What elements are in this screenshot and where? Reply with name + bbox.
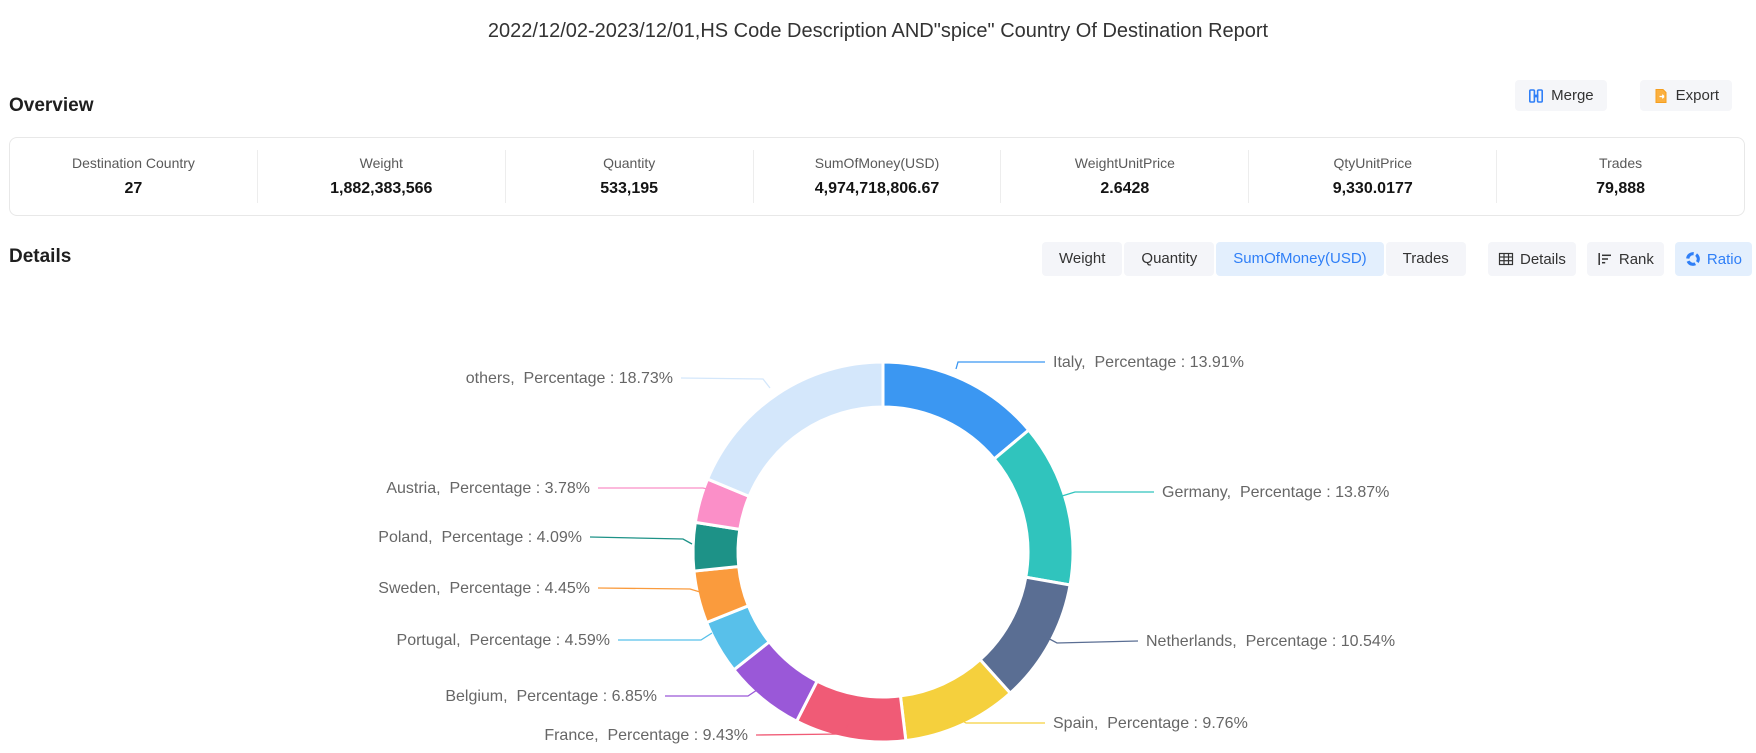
pie-label-netherlands: Netherlands, Percentage : 10.54%: [1146, 633, 1395, 650]
export-icon: [1653, 88, 1669, 104]
stat-value: 4,974,718,806.67: [754, 180, 1001, 198]
pie-label-poland: Poland, Percentage : 4.09%: [378, 529, 582, 546]
pie-slice-others[interactable]: [708, 362, 883, 496]
pie-label-italy: Italy, Percentage : 13.91%: [1053, 354, 1244, 371]
view-tabs: Details Rank Ratio: [1488, 242, 1752, 276]
pie-label-line-austria: [598, 488, 715, 491]
view-tab-details-label: Details: [1520, 251, 1566, 268]
pie-label-line-italy: [956, 362, 1045, 369]
pie-label-germany: Germany, Percentage : 13.87%: [1162, 484, 1389, 501]
stat-label: Quantity: [506, 155, 753, 171]
pie-slice-germany[interactable]: [994, 430, 1073, 585]
metric-tabs: Weight Quantity SumOfMoney(USD) Trades: [1042, 242, 1466, 276]
view-tab-ratio-label: Ratio: [1707, 251, 1742, 268]
view-tab-ratio[interactable]: Ratio: [1675, 242, 1752, 276]
pie-label-spain: Spain, Percentage : 9.76%: [1053, 715, 1248, 732]
pie-label-line-netherlands: [1042, 635, 1138, 643]
stat-sum-of-money: SumOfMoney(USD) 4,974,718,806.67: [753, 150, 1001, 203]
stat-value: 1,882,383,566: [258, 180, 505, 198]
overview-stats-card: Destination Country 27 Weight 1,882,383,…: [9, 137, 1745, 216]
view-tab-rank-label: Rank: [1619, 251, 1654, 268]
stat-value: 9,330.0177: [1249, 180, 1496, 198]
table-icon: [1498, 251, 1514, 267]
stat-qty-unit-price: QtyUnitPrice 9,330.0177: [1248, 150, 1496, 203]
tab-quantity[interactable]: Quantity: [1124, 242, 1214, 276]
view-tab-rank[interactable]: Rank: [1587, 242, 1664, 276]
pie-label-line-belgium: [665, 690, 757, 696]
stat-label: Destination Country: [10, 155, 257, 171]
pie-label-line-poland: [590, 537, 692, 544]
stat-label: Weight: [258, 155, 505, 171]
rank-icon: [1597, 251, 1613, 267]
tab-trades[interactable]: Trades: [1386, 242, 1466, 276]
export-button[interactable]: Export: [1640, 80, 1732, 111]
stat-weight-unit-price: WeightUnitPrice 2.6428: [1000, 150, 1248, 203]
stat-trades: Trades 79,888: [1496, 150, 1744, 203]
stat-label: SumOfMoney(USD): [754, 155, 1001, 171]
stat-destination-country: Destination Country 27: [10, 150, 257, 203]
pie-label-austria: Austria, Percentage : 3.78%: [386, 480, 590, 497]
stat-label: QtyUnitPrice: [1249, 155, 1496, 171]
pie-label-sweden: Sweden, Percentage : 4.45%: [378, 580, 590, 597]
stat-weight: Weight 1,882,383,566: [257, 150, 505, 203]
stat-value: 79,888: [1497, 180, 1744, 198]
stat-value: 533,195: [506, 180, 753, 198]
stat-value: 2.6428: [1001, 180, 1248, 198]
export-button-label: Export: [1676, 87, 1719, 104]
tab-sum-of-money[interactable]: SumOfMoney(USD): [1216, 242, 1383, 276]
overview-heading: Overview: [9, 95, 94, 117]
pie-label-line-germany: [1062, 492, 1154, 496]
stat-label: WeightUnitPrice: [1001, 155, 1248, 171]
stat-value: 27: [10, 180, 257, 198]
stat-quantity: Quantity 533,195: [505, 150, 753, 203]
merge-icon: [1528, 88, 1544, 104]
merge-button-label: Merge: [1551, 87, 1594, 104]
donut-chart: Italy, Percentage : 13.91% Germany, Perce…: [0, 280, 1756, 753]
details-heading: Details: [9, 246, 71, 268]
pie-label-portugal: Portugal, Percentage : 4.59%: [397, 632, 610, 649]
tab-weight[interactable]: Weight: [1042, 242, 1122, 276]
view-tab-details[interactable]: Details: [1488, 242, 1576, 276]
pie-label-line-portugal: [618, 633, 712, 640]
stat-label: Trades: [1497, 155, 1744, 171]
merge-button[interactable]: Merge: [1515, 80, 1607, 111]
ratio-icon: [1685, 251, 1701, 267]
pie-label-belgium: Belgium, Percentage : 6.85%: [445, 688, 657, 705]
report-title: 2022/12/02-2023/12/01,HS Code Descriptio…: [0, 20, 1756, 43]
pie-label-line-sweden: [598, 588, 700, 592]
toolbar: Merge Export: [1515, 80, 1732, 111]
pie-slice-italy[interactable]: [883, 362, 1029, 459]
pie-label-france: France, Percentage : 9.43%: [544, 727, 748, 744]
pie-label-line-others: [681, 378, 770, 388]
pie-label-others: others, Percentage : 18.73%: [466, 370, 673, 387]
